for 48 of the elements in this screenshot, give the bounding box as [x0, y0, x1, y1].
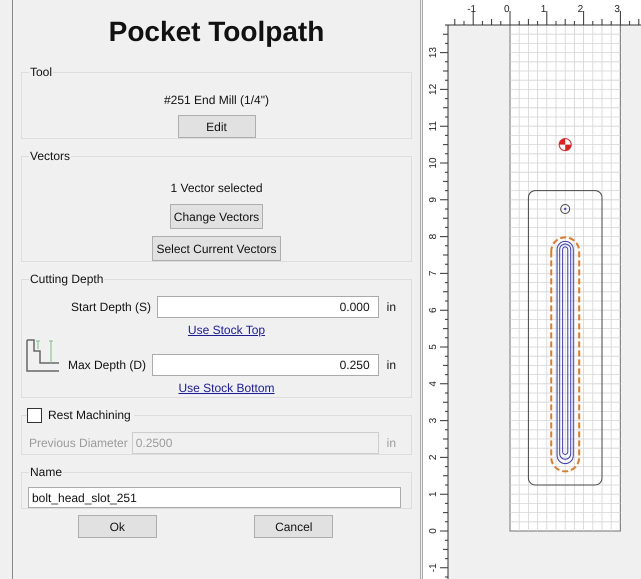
- unit-label: in: [386, 299, 396, 316]
- dialog-title: Pocket Toolpath: [108, 15, 326, 49]
- ruler-label: 2: [578, 4, 584, 15]
- group-label: Name: [30, 465, 62, 479]
- vector-button[interactable]: Select Current Vectors: [152, 236, 281, 261]
- name-input[interactable]: bolt_head_slot_251: [28, 487, 401, 508]
- ruler-label: 12: [428, 84, 439, 95]
- tool-name: #251 End Mill (1/4"): [164, 92, 269, 109]
- target-icon: [558, 138, 572, 152]
- group-label: Tool: [30, 65, 52, 79]
- checkbox[interactable]: [27, 408, 42, 422]
- ruler-label: 3: [614, 4, 620, 15]
- ruler-label: 6: [428, 307, 439, 313]
- unit-label: in: [386, 435, 396, 452]
- ruler-label: 11: [428, 121, 439, 132]
- field-label: Start Depth (S): [71, 299, 152, 316]
- dialog-button[interactable]: Cancel: [254, 515, 334, 538]
- ruler-label: 8: [428, 234, 439, 240]
- ruler-label: 9: [428, 197, 439, 203]
- ruler-label: 3: [428, 418, 439, 424]
- ruler-label: 1: [428, 491, 439, 497]
- edit-button[interactable]: Edit: [178, 115, 256, 138]
- depth-input[interactable]: 0.250: [152, 354, 379, 376]
- vector-status: 1 Vector selected: [170, 180, 263, 197]
- checkbox-label: Rest Machining: [48, 407, 131, 424]
- ruler-label: 2: [428, 454, 439, 460]
- ruler-label: 5: [428, 344, 439, 350]
- vector-button[interactable]: Change Vectors: [170, 204, 264, 229]
- dialog-button[interactable]: Ok: [78, 515, 157, 538]
- ruler-label: 0: [428, 528, 439, 534]
- ruler-label: 0: [504, 4, 510, 15]
- origin-marker-icon: [560, 204, 570, 214]
- ruler-label: 10: [428, 157, 439, 169]
- ruler-label: -1: [467, 4, 476, 15]
- stock-link[interactable]: Use Stock Top: [188, 321, 266, 339]
- unit-label: in: [386, 357, 396, 374]
- depth-diagram-icon: [26, 339, 60, 372]
- group-label: Cutting Depth: [30, 272, 104, 286]
- field-label: Max Depth (D): [68, 357, 146, 374]
- ruler-label: 1: [540, 4, 546, 15]
- ruler-label: 7: [428, 270, 439, 276]
- depth-input[interactable]: 0.000: [157, 296, 379, 318]
- stock-link[interactable]: Use Stock Bottom: [178, 379, 275, 397]
- group-label: Vectors: [30, 149, 70, 163]
- field-label: Previous Diameter: [29, 435, 128, 452]
- ruler-label: -1: [428, 563, 439, 572]
- ruler-label: 4: [428, 381, 439, 387]
- ruler-label: 13: [428, 47, 439, 58]
